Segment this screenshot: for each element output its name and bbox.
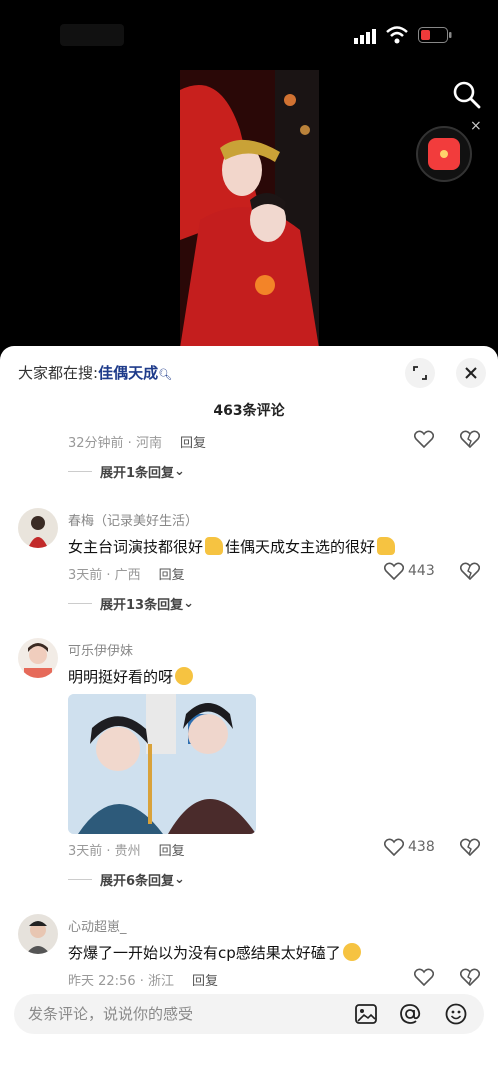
status-bar — [0, 0, 498, 70]
comment-time-location: 昨天 22:56 · 浙江 — [68, 974, 174, 986]
close-icon[interactable] — [456, 358, 486, 388]
like-button[interactable]: 438 — [384, 838, 435, 856]
video-frame[interactable] — [180, 70, 319, 348]
wifi-icon — [386, 26, 408, 44]
dislike-button[interactable] — [460, 562, 480, 580]
comment-username[interactable]: 春梅（记录美好生活） — [68, 510, 198, 529]
comment-text: 夯爆了一开始以为没有cp感结果太好磕了 — [68, 942, 363, 963]
comment-text-part: 夯爆了一开始以为没有cp感结果太好磕了 — [68, 944, 341, 962]
dislike-button[interactable] — [460, 838, 480, 856]
chevron-down-icon: ⌄ — [174, 872, 185, 887]
search-keyword[interactable]: 佳偶天成 — [98, 364, 158, 382]
reply-button[interactable]: 回复 — [192, 974, 218, 986]
thumbs-up-emoji-icon — [377, 537, 396, 555]
screen: × 大家都在搜:佳偶天成🔍︎ 463条评论 32分钟前 · 河南 回复 展开1条… — [0, 0, 498, 1080]
comment-username[interactable]: 心动超崽_ — [68, 916, 127, 935]
avatar[interactable] — [18, 638, 58, 678]
emoji-icon[interactable] — [444, 1002, 468, 1026]
status-time-blurred — [60, 24, 124, 46]
signal-icon — [354, 29, 376, 44]
expand-divider — [68, 879, 92, 880]
comment-panel: 大家都在搜:佳偶天成🔍︎ 463条评论 32分钟前 · 河南 回复 展开1条回复… — [0, 346, 498, 1080]
like-button[interactable] — [414, 430, 434, 448]
like-count: 443 — [408, 563, 435, 579]
comment-username[interactable]: 可乐伊伊妹 — [68, 640, 133, 659]
reply-button[interactable]: 回复 — [159, 568, 185, 583]
broken-heart-icon — [460, 430, 480, 448]
comment-input-bar — [14, 994, 484, 1034]
video-scene — [180, 70, 319, 348]
comment-time-location: 32分钟前 · 河南 — [68, 436, 162, 451]
comment-count: 463条评论 — [213, 403, 285, 419]
avatar[interactable] — [18, 914, 58, 954]
avatar[interactable] — [18, 508, 58, 548]
red-packet-icon — [428, 138, 460, 170]
broken-heart-icon — [460, 562, 480, 580]
home-area — [0, 1040, 498, 1080]
comment-text-part: 女主台词演技都很好 — [68, 538, 204, 556]
broken-heart-icon — [460, 968, 480, 986]
comment-meta: 3天前 · 贵州 回复 — [68, 840, 185, 859]
dislike-button[interactable] — [460, 968, 480, 986]
comment-list[interactable]: 32分钟前 · 河南 回复 展开1条回复 ⌄ 春梅（记录美好生活） 女主台词演技都很… — [0, 426, 498, 986]
red-packet-close-icon[interactable]: × — [470, 118, 482, 134]
expand-divider — [68, 603, 92, 604]
like-count: 438 — [408, 839, 435, 855]
reply-button[interactable]: 回复 — [180, 436, 206, 451]
expand-replies-label: 展开13条回复 — [100, 598, 184, 613]
laughing-emoji-icon — [175, 667, 194, 685]
expand-divider — [68, 471, 92, 472]
expand-replies-button[interactable]: 展开13条回复 ⌄ — [68, 594, 194, 613]
at-icon[interactable] — [398, 1002, 422, 1026]
like-button[interactable]: 443 — [384, 562, 435, 580]
dislike-button[interactable] — [460, 430, 480, 448]
comment-input[interactable] — [28, 994, 348, 1034]
search-prefix: 大家都在搜: — [18, 364, 99, 382]
battery-icon — [418, 27, 452, 43]
expand-replies-button[interactable]: 展开6条回复 ⌄ — [68, 870, 185, 889]
expand-replies-button[interactable]: 展开1条回复 ⌄ — [68, 462, 185, 481]
comment-text-part: 明明挺好看的呀 — [68, 668, 174, 686]
broken-heart-icon — [460, 838, 480, 856]
comment-time-location: 3天前 · 广西 — [68, 568, 141, 583]
crying-emoji-icon — [342, 943, 361, 961]
reply-button[interactable]: 回复 — [159, 844, 185, 859]
search-icon[interactable] — [452, 80, 482, 110]
image-icon[interactable] — [354, 1002, 378, 1026]
heart-icon — [384, 562, 404, 580]
heart-icon — [414, 430, 434, 448]
comment-image[interactable] — [68, 694, 256, 834]
heart-icon — [384, 838, 404, 856]
heart-icon — [414, 968, 434, 986]
like-button[interactable] — [414, 968, 434, 986]
comment-text: 明明挺好看的呀 — [68, 666, 195, 687]
comment-meta: 32分钟前 · 河南 回复 — [68, 432, 206, 451]
search-suggestion[interactable]: 大家都在搜:佳偶天成🔍︎ — [18, 362, 172, 383]
panel-header: 大家都在搜:佳偶天成🔍︎ — [0, 346, 498, 398]
comment-text: 女主台词演技都很好 佳偶天成女主选的很好 — [68, 536, 397, 557]
comment-time-location: 3天前 · 贵州 — [68, 844, 141, 859]
expand-replies-label: 展开6条回复 — [100, 874, 175, 889]
expand-replies-label: 展开1条回复 — [100, 466, 175, 481]
chevron-down-icon: ⌄ — [183, 596, 194, 611]
comment-text-part: 佳偶天成女主选的很好 — [225, 538, 376, 556]
chevron-down-icon: ⌄ — [174, 464, 185, 479]
red-packet-button[interactable] — [416, 126, 472, 182]
thumbs-up-emoji-icon — [205, 537, 224, 555]
comment-meta: 昨天 22:56 · 浙江 回复 — [68, 970, 218, 986]
expand-icon[interactable] — [405, 358, 435, 388]
search-keyword-icon: 🔍︎ — [158, 368, 173, 381]
comment-meta: 3天前 · 广西 回复 — [68, 564, 185, 583]
